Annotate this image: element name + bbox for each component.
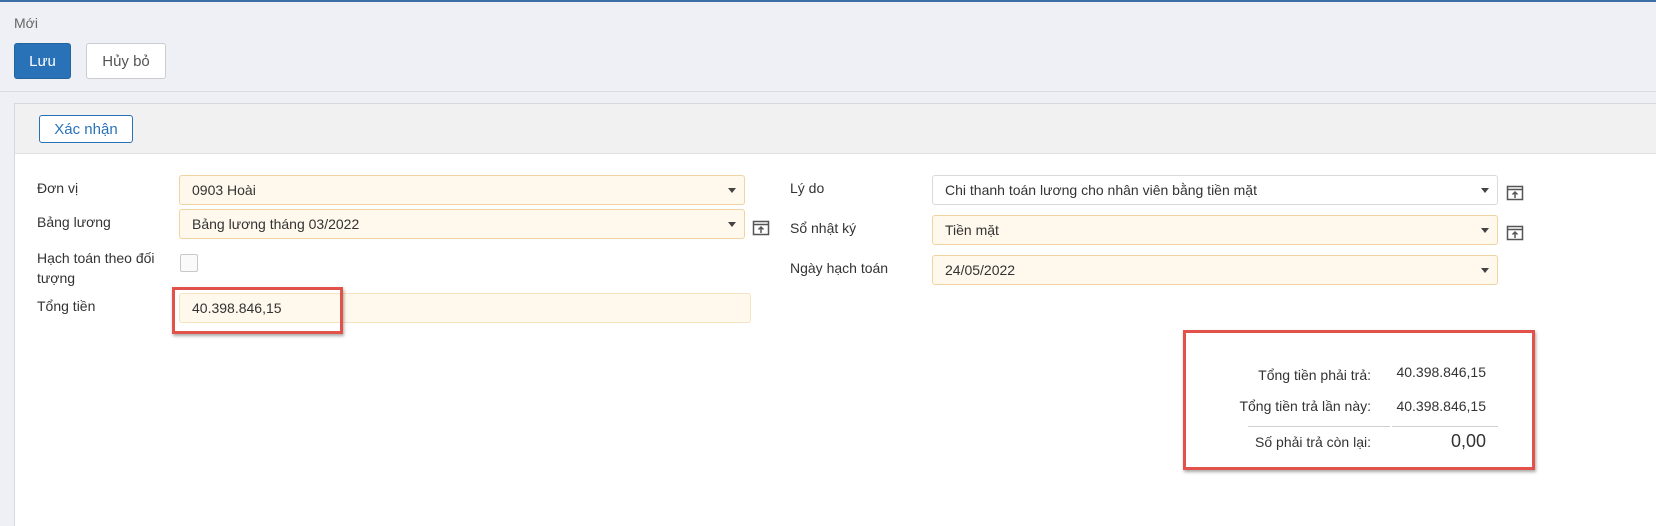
ly-do-value: Chi thanh toán lương cho nhân viên bằng … [945, 182, 1257, 198]
confirm-button[interactable]: Xác nhận [39, 115, 133, 143]
highlight-box-total [172, 287, 343, 334]
open-external-icon[interactable] [1506, 183, 1524, 201]
chevron-down-icon[interactable] [1481, 228, 1489, 233]
panel-toolbar: Xác nhận [15, 104, 1656, 154]
open-external-icon[interactable] [752, 218, 770, 236]
ly-do-select[interactable]: Chi thanh toán lương cho nhân viên bằng … [932, 175, 1498, 205]
hach-toan-label-line2: tượng [37, 270, 76, 286]
so-nhat-ky-label: Sổ nhật ký [790, 220, 857, 236]
hach-toan-label-line1: Hạch toán theo đối [37, 250, 155, 266]
don-vi-select[interactable]: 0903 Hoài [179, 175, 745, 205]
don-vi-value: 0903 Hoài [192, 182, 256, 198]
hach-toan-checkbox[interactable] [180, 254, 198, 272]
bang-luong-value: Bảng lương tháng 03/2022 [192, 216, 360, 232]
ngay-hach-toan-picker[interactable]: 24/05/2022 [932, 255, 1498, 285]
don-vi-label: Đơn vị [37, 180, 79, 196]
bang-luong-select[interactable]: Bảng lương tháng 03/2022 [179, 209, 745, 239]
ngay-hach-toan-label: Ngày hạch toán [790, 260, 889, 276]
ly-do-label: Lý do [790, 180, 825, 196]
top-border [0, 0, 1656, 2]
chevron-down-icon[interactable] [728, 222, 736, 227]
cancel-button[interactable]: Hủy bỏ [86, 43, 166, 79]
header-divider [0, 91, 1656, 92]
bang-luong-label: Bảng lương [37, 214, 111, 230]
highlight-box-summary [1183, 330, 1535, 470]
chevron-down-icon[interactable] [1481, 268, 1489, 273]
chevron-down-icon[interactable] [728, 188, 736, 193]
open-external-icon[interactable] [1506, 223, 1524, 241]
breadcrumb: Mới [14, 15, 38, 31]
tong-tien-label: Tổng tiền [37, 298, 96, 314]
so-nhat-ky-select[interactable]: Tiền mặt [932, 215, 1498, 245]
ngay-hach-toan-value: 24/05/2022 [945, 262, 1016, 278]
chevron-down-icon[interactable] [1481, 188, 1489, 193]
so-nhat-ky-value: Tiền mặt [945, 222, 999, 238]
save-button[interactable]: Lưu [14, 43, 71, 79]
